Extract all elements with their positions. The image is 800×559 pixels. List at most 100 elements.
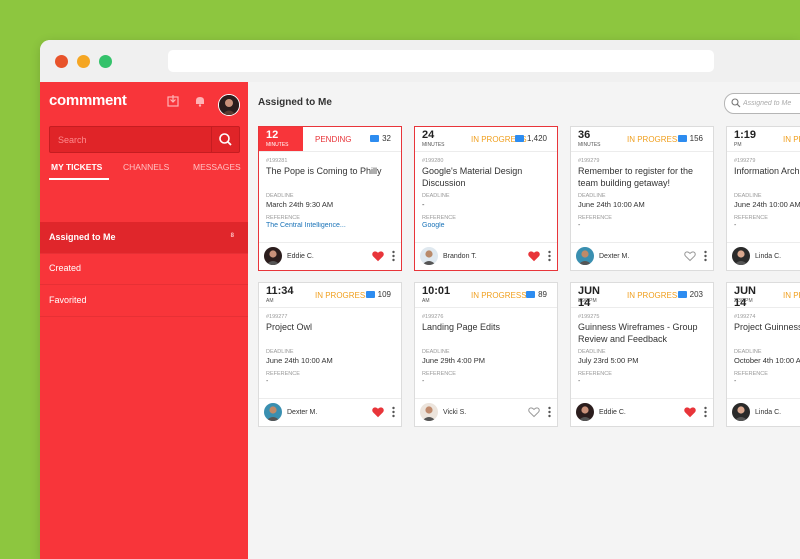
ticket-time-value: 36 [578,129,591,141]
search-button[interactable] [211,127,239,152]
comment-count[interactable]: 32 [370,134,391,143]
ticket-title[interactable]: The Pope is Coming to Philly [266,165,396,189]
ticket-card[interactable]: 11:34 AM IN PROGRESS 109 #199277 Project Owl D… [258,282,402,427]
ticket-body: #199281 The Pope is Coming to Philly DEADL… [266,158,396,229]
ticket-id: #199277 [266,314,288,320]
ticket-title[interactable]: Google's Material Design Discussion [422,165,552,189]
close-window-button[interactable] [55,55,68,68]
deadline-label: DEADLINE [266,349,294,355]
ticket-card[interactable]: 24 MINUTES IN PROGRESS 1,420 #199280 Google's… [414,126,558,271]
favorite-heart-icon[interactable] [528,406,540,418]
ticket-header: JUN 14 8:90 PM IN PROGRESS 203 [571,283,713,309]
status-badge: IN PROGRESS [315,291,371,300]
ticket-title[interactable]: Guinness Wireframes - Group Review and F… [578,321,708,345]
comment-count[interactable]: 109 [365,290,391,299]
sidebar-item-count: 8 [230,233,234,239]
ticket-reference[interactable]: The Central Intelligence... [266,222,396,229]
status-badge: IN PR [783,135,800,144]
ticket-body: #199275 Guinness Wireframes - Group Revie… [578,314,708,385]
more-options-icon[interactable] [704,406,707,418]
ticket-time-unit: 8:90 PM [578,298,597,304]
ticket-card[interactable]: 1:19PM IN PR #199279Information Arch Proje… [726,126,800,271]
ticket-header: 24 MINUTES IN PROGRESS 1,420 [415,127,557,152]
assignee-avatar[interactable] [576,247,594,265]
app-window: commment MY TICKETS CHANNELS MESSAGES As… [40,40,800,559]
ticket-title[interactable]: Information Arch Project Owl [734,165,800,189]
import-icon[interactable] [166,94,180,108]
ticket-footer: Eddie C. [571,398,713,426]
favorite-heart-icon[interactable] [372,250,384,262]
favorite-heart-icon[interactable] [684,250,696,262]
ticket-time: JUN 14 2:30 PM [727,283,771,309]
ticket-id: #199280 [422,158,444,164]
assignee-avatar[interactable] [732,403,750,421]
ticket-body: #199280 Google's Material Design Discussi… [422,158,552,229]
sidebar-search-input[interactable] [50,127,216,152]
comment-count-value: 203 [689,290,703,299]
ticket-reference: - [578,378,581,385]
bell-icon[interactable] [193,94,207,108]
ticket-title[interactable]: Project Guinness [734,321,800,345]
ticket-title[interactable]: Remember to register for the team buildi… [578,165,708,189]
app-logo: commment [49,92,127,109]
ticket-card[interactable]: 10:01 AM IN PROGRESS 89 #199276 Landing Page … [414,282,558,427]
minimize-window-button[interactable] [77,55,90,68]
ticket-time-unit: AM [266,298,274,304]
ticket-header: 12 MINUTES PENDING 32 [259,127,401,152]
ticket-card[interactable]: 12 MINUTES PENDING 32 #199281 The Pope is Com… [258,126,402,271]
ticket-time: JUN 14 8:90 PM [571,283,615,309]
sidebar-item-assigned-to-me[interactable]: Assigned to Me 8 [40,222,248,254]
favorite-heart-icon[interactable] [528,250,540,262]
more-options-icon[interactable] [392,250,395,262]
comment-count[interactable]: 89 [526,290,547,299]
ticket-card[interactable]: JUN 142:30 PM IN PRO #199274Project Guinne… [726,282,800,427]
comment-icon [526,291,536,298]
assignee-avatar[interactable] [576,403,594,421]
ticket-reference[interactable]: Google [422,222,552,229]
assignee-avatar[interactable] [420,403,438,421]
assignee-avatar[interactable] [420,247,438,265]
main-search-input[interactable] [743,96,800,110]
comment-count[interactable]: 1,420 [514,134,547,143]
assignee-name: Dexter M. [599,253,630,260]
assignee-avatar[interactable] [264,403,282,421]
ticket-time: 10:01 AM [415,283,459,307]
ticket-footer: Linda C. [727,398,800,426]
status-badge: IN PRO [783,291,800,300]
comment-count-value: 109 [377,290,391,299]
comment-count[interactable]: 203 [677,290,703,299]
ticket-id: #199279 [578,158,600,164]
sidebar-item-favorited[interactable]: Favorited [40,285,248,317]
comment-count-value: 89 [538,290,547,299]
maximize-window-button[interactable] [99,55,112,68]
sidebar-search [49,126,240,153]
more-options-icon[interactable] [548,250,551,262]
favorite-heart-icon[interactable] [684,406,696,418]
tab-my-tickets[interactable]: MY TICKETS [51,162,102,172]
ticket-card[interactable]: 36 MINUTES IN PROGRESS 156 #199279 Remember t… [570,126,714,271]
address-bar[interactable] [168,50,714,72]
status-badge: IN PROGRESS [471,291,527,300]
ticket-footer: Dexter M. [259,398,401,426]
tab-messages[interactable]: MESSAGES [193,162,241,172]
ticket-deadline: June 24th 10:00 AM [578,200,645,209]
more-options-icon[interactable] [548,406,551,418]
assignee-avatar[interactable] [732,247,750,265]
comment-count[interactable]: 156 [677,134,703,143]
ticket-time: 11:34 AM [259,283,303,307]
user-avatar[interactable] [218,94,240,116]
ticket-card[interactable]: JUN 14 8:90 PM IN PROGRESS 203 #199275 Guinne… [570,282,714,427]
ticket-body: #199274 Project Guinness DEADLINE October 4… [734,314,800,385]
search-icon [219,133,232,146]
ticket-title[interactable]: Landing Page Edits [422,321,552,345]
main-search [724,93,800,114]
assignee-avatar[interactable] [264,247,282,265]
ticket-time-unit: MINUTES [578,142,601,148]
favorite-heart-icon[interactable] [372,406,384,418]
more-options-icon[interactable] [392,406,395,418]
more-options-icon[interactable] [704,250,707,262]
sidebar-item-created[interactable]: Created [40,253,248,285]
ticket-header: 10:01 AM IN PROGRESS 89 [415,283,557,308]
tab-channels[interactable]: CHANNELS [123,162,169,172]
ticket-title[interactable]: Project Owl [266,321,396,345]
